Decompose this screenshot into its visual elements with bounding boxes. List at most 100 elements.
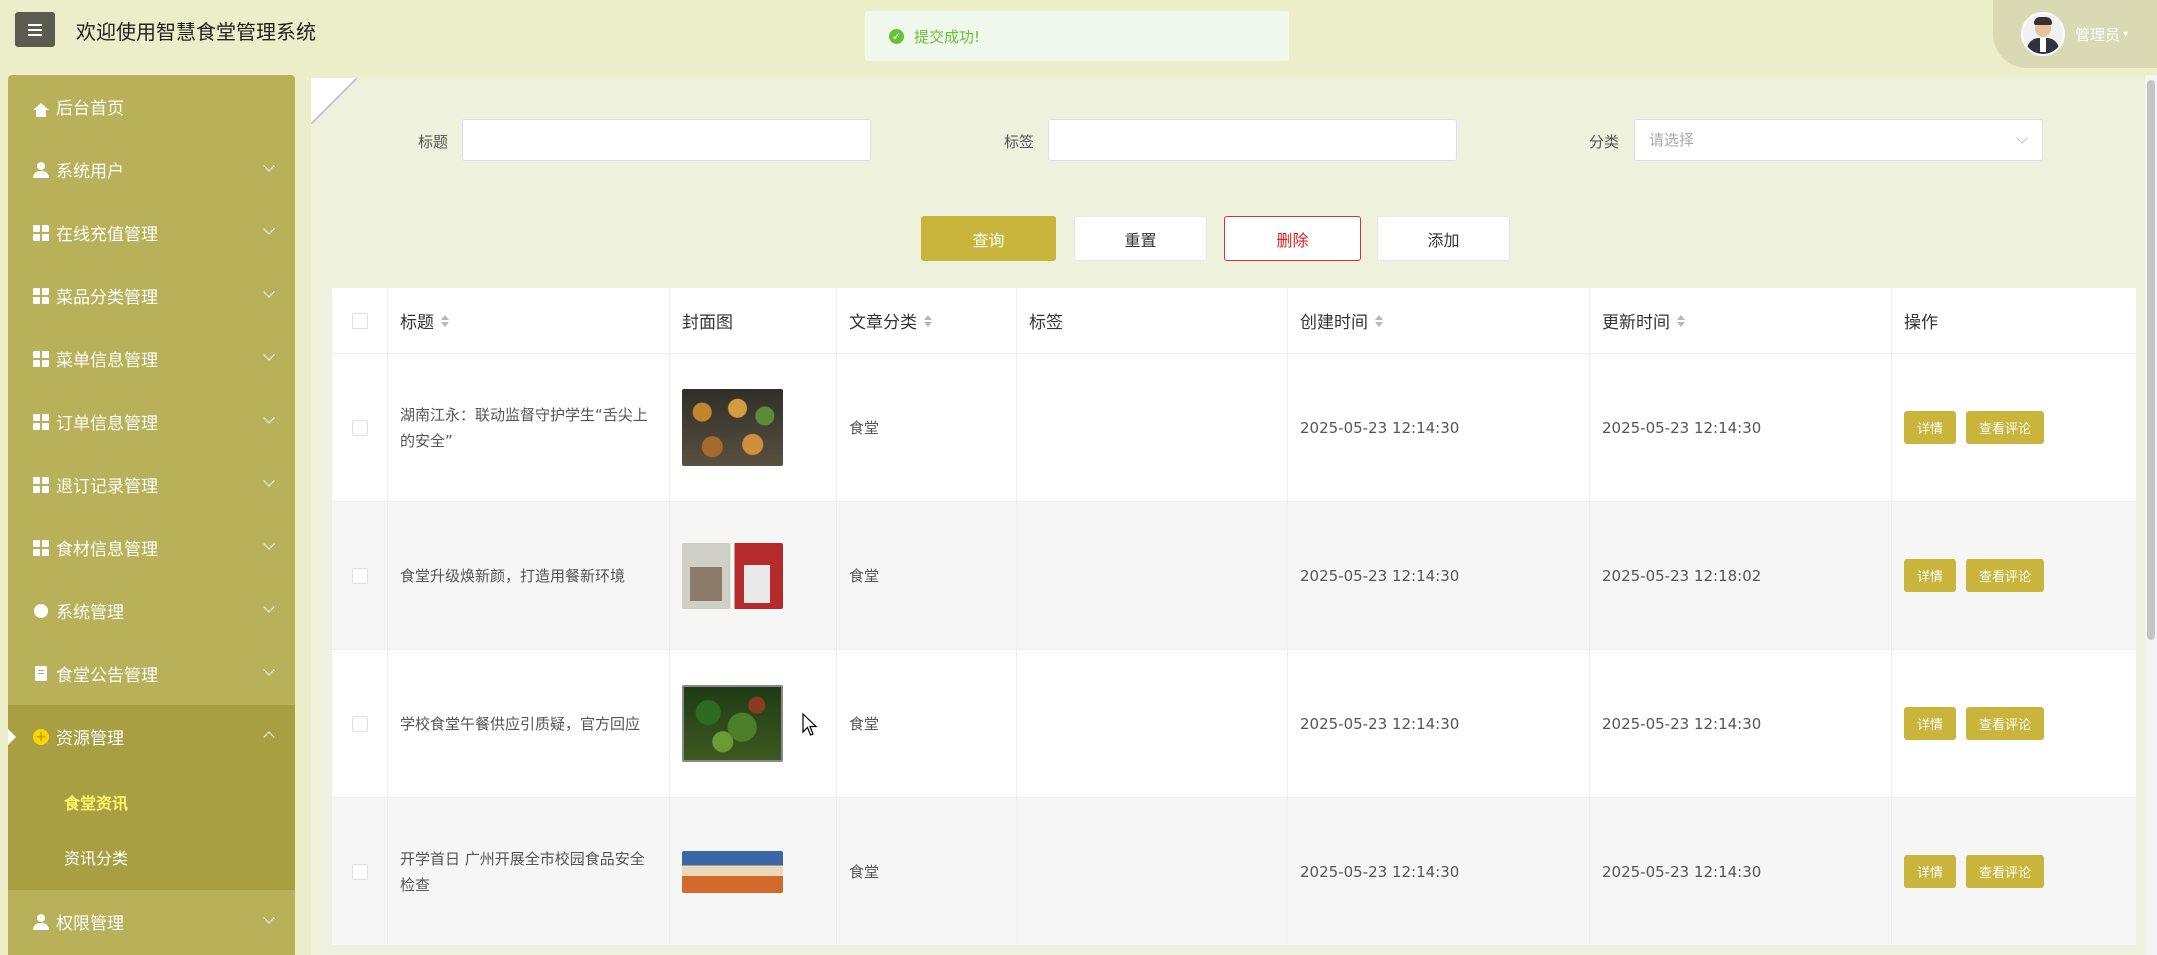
sidebar-item-label: 资源管理 xyxy=(56,729,124,749)
sidebar-item-menu-info[interactable]: 菜单信息管理 xyxy=(8,327,295,390)
select-all-checkbox[interactable] xyxy=(351,312,368,329)
sidebar-item-refunds[interactable]: 退订记录管理 xyxy=(8,453,295,516)
view-comments-button[interactable]: 查看评论 xyxy=(1966,855,2044,888)
detail-button[interactable]: 详情 xyxy=(1904,411,1956,444)
category-cell: 食堂 xyxy=(837,650,1017,797)
avatar[interactable] xyxy=(2021,12,2065,56)
row-checkbox[interactable] xyxy=(351,567,368,584)
updated-cell: 2025-05-23 12:18:02 xyxy=(1590,502,1892,649)
sidebar-item-label: 后台首页 xyxy=(56,99,124,119)
sidebar-item-system-users[interactable]: 系统用户 xyxy=(8,138,295,201)
view-comments-button[interactable]: 查看评论 xyxy=(1966,411,2044,444)
table-row: 湖南江永：联动监督守护学生“舌尖上的安全” 食堂 2025-05-23 12:1… xyxy=(332,354,2136,502)
sort-icon[interactable] xyxy=(924,314,932,327)
sidebar-item-system[interactable]: 系统管理 xyxy=(8,579,295,642)
sidebar-item-resources[interactable]: + 资源管理 xyxy=(8,705,295,768)
ops-cell: 详情 查看评论 xyxy=(1892,798,2136,945)
title-filter-label: 标题 xyxy=(418,133,449,151)
sidebar-subitem-news-category[interactable]: 资讯分类 xyxy=(8,829,295,884)
cover-image[interactable] xyxy=(682,389,783,466)
column-header-updated[interactable]: 更新时间 xyxy=(1590,288,1892,353)
sort-icon[interactable] xyxy=(1677,314,1685,327)
sidebar-item-label: 在线充值管理 xyxy=(56,225,158,245)
sidebar-item-permissions[interactable]: 权限管理 xyxy=(8,890,295,953)
chevron-down-icon xyxy=(263,664,275,676)
column-header-label: 文章分类 xyxy=(849,313,917,333)
row-title: 湖南江永：联动监督守护学生“舌尖上的安全” xyxy=(400,405,648,450)
column-header-label: 更新时间 xyxy=(1602,313,1670,333)
cover-image[interactable] xyxy=(682,850,783,893)
sidebar-item-label: 菜单信息管理 xyxy=(56,351,158,371)
news-table: 标题 封面图 文章分类 标签 创建时间 更新时间 操作 湖南江永：联动监督守护学… xyxy=(332,288,2136,946)
reset-button[interactable]: 重置 xyxy=(1074,216,1207,261)
category-filter-label: 分类 xyxy=(1589,133,1620,151)
detail-button[interactable]: 详情 xyxy=(1904,559,1956,592)
add-button[interactable]: 添加 xyxy=(1377,216,1510,261)
search-button[interactable]: 查询 xyxy=(921,216,1056,261)
row-check-cell xyxy=(332,354,388,501)
column-header-category[interactable]: 文章分类 xyxy=(837,288,1017,353)
check-circle-icon: ✓ xyxy=(889,28,904,44)
view-comments-button[interactable]: 查看评论 xyxy=(1966,707,2044,740)
resources-submenu: 食堂资讯 资讯分类 xyxy=(8,768,295,890)
scrollbar-thumb[interactable] xyxy=(2147,80,2155,640)
title-cell: 湖南江永：联动监督守护学生“舌尖上的安全” xyxy=(388,354,670,501)
ops-cell: 详情 查看评论 xyxy=(1892,502,2136,649)
user-menu[interactable]: 管理员 ▾ xyxy=(1993,0,2157,68)
delete-button[interactable]: 删除 xyxy=(1224,216,1361,261)
detail-button[interactable]: 详情 xyxy=(1904,707,1956,740)
grid-icon xyxy=(32,287,50,305)
column-header-title[interactable]: 标题 xyxy=(388,288,670,353)
user-name[interactable]: 管理员 xyxy=(2075,24,2120,45)
user-icon xyxy=(32,161,50,179)
sidebar-item-recharge[interactable]: 在线充值管理 xyxy=(8,201,295,264)
chevron-down-icon xyxy=(263,286,275,298)
column-header-label: 创建时间 xyxy=(1300,313,1368,333)
cover-image[interactable] xyxy=(682,542,783,609)
sidebar-item-dashboard[interactable]: 后台首页 xyxy=(8,75,295,138)
chevron-down-icon xyxy=(2016,132,2028,144)
chevron-down-icon xyxy=(263,349,275,361)
gear-icon xyxy=(32,602,50,620)
sidebar-subitem-canteen-news[interactable]: 食堂资讯 xyxy=(8,774,295,829)
category-select[interactable]: 请选择 xyxy=(1634,119,2043,161)
row-checkbox[interactable] xyxy=(351,863,368,880)
detail-button[interactable]: 详情 xyxy=(1904,855,1956,888)
row-title: 开学首日 广州开展全市校园食品安全检查 xyxy=(400,849,645,894)
title-filter-input[interactable] xyxy=(462,119,871,161)
sidebar-item-label: 权限管理 xyxy=(56,914,124,934)
sort-icon[interactable] xyxy=(441,314,449,327)
sidebar-item-label: 菜品分类管理 xyxy=(56,288,158,308)
category-cell: 食堂 xyxy=(837,354,1017,501)
cover-image[interactable] xyxy=(682,685,783,762)
sidebar-item-orders[interactable]: 订单信息管理 xyxy=(8,390,295,453)
row-check-cell xyxy=(332,502,388,649)
tag-filter-input[interactable] xyxy=(1048,119,1457,161)
tags-cell xyxy=(1017,650,1288,797)
ops-cell: 详情 查看评论 xyxy=(1892,354,2136,501)
column-header-created[interactable]: 创建时间 xyxy=(1288,288,1590,353)
page-corner-fold xyxy=(311,78,357,124)
chevron-down-icon xyxy=(263,475,275,487)
sidebar-item-label: 订单信息管理 xyxy=(56,414,158,434)
user-icon xyxy=(32,913,50,931)
document-icon xyxy=(32,665,50,683)
chevron-down-icon[interactable]: ▾ xyxy=(2123,29,2128,40)
sidebar-item-ingredients[interactable]: 食材信息管理 xyxy=(8,516,295,579)
row-checkbox[interactable] xyxy=(351,419,368,436)
menu-toggle-icon[interactable] xyxy=(15,12,55,47)
sort-icon[interactable] xyxy=(1375,314,1383,327)
sidebar-item-dish-category[interactable]: 菜品分类管理 xyxy=(8,264,295,327)
chevron-down-icon xyxy=(263,601,275,613)
updated-cell: 2025-05-23 12:14:30 xyxy=(1590,354,1892,501)
sidebar-item-label: 系统用户 xyxy=(56,162,124,182)
created-cell: 2025-05-23 12:14:30 xyxy=(1288,650,1590,797)
sidebar-item-announcements[interactable]: 食堂公告管理 xyxy=(8,642,295,705)
view-comments-button[interactable]: 查看评论 xyxy=(1966,559,2044,592)
success-toast: ✓ 提交成功! xyxy=(864,10,1290,62)
row-check-cell xyxy=(332,798,388,945)
row-check-cell xyxy=(332,650,388,797)
app-title: 欢迎使用智慧食堂管理系统 xyxy=(76,20,316,44)
row-checkbox[interactable] xyxy=(351,715,368,732)
grid-icon xyxy=(32,539,50,557)
